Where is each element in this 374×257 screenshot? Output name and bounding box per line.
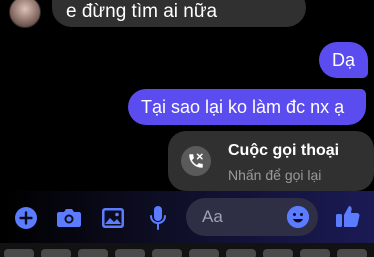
keyboard-key[interactable] [152, 249, 182, 257]
outgoing-message-text: Dạ [332, 50, 356, 70]
call-subtitle: Nhấn để gọi lại [228, 167, 322, 183]
image-icon[interactable] [100, 205, 126, 231]
keyboard-key[interactable] [115, 249, 145, 257]
message-input[interactable]: Aa [186, 198, 318, 236]
incoming-message[interactable]: e đừng tìm ai nữa [52, 0, 306, 27]
call-title: Cuộc gọi thoại [228, 142, 340, 159]
plus-icon[interactable] [13, 205, 39, 231]
keyboard-key[interactable] [4, 249, 34, 257]
emoji-icon[interactable] [287, 206, 309, 228]
camera-icon[interactable] [56, 205, 82, 231]
microphone-icon[interactable] [145, 205, 171, 231]
message-input-placeholder: Aa [202, 207, 223, 226]
chat-screen: e đừng tìm ai nữa Dạ Tại sao lại ko làm … [0, 0, 374, 257]
keyboard-key[interactable] [41, 249, 71, 257]
voice-call-card[interactable]: Cuộc gọi thoại Nhấn để gọi lại [168, 131, 374, 191]
keyboard-key[interactable] [226, 249, 256, 257]
keyboard-key[interactable] [78, 249, 108, 257]
like-thumb-icon[interactable] [335, 203, 361, 229]
keyboard-edge [0, 243, 374, 257]
incoming-message-text: e đừng tìm ai nữa [66, 1, 218, 22]
keyboard-key[interactable] [189, 249, 219, 257]
keyboard-key[interactable] [300, 249, 330, 257]
keyboard-key[interactable] [263, 249, 293, 257]
keyboard-key[interactable] [337, 249, 367, 257]
missed-call-icon [181, 146, 211, 176]
outgoing-message[interactable]: Tại sao lại ko làm đc nx ạ [128, 89, 366, 125]
outgoing-message-text: Tại sao lại ko làm đc nx ạ [141, 97, 345, 117]
outgoing-message[interactable]: Dạ [319, 42, 369, 78]
contact-avatar[interactable] [9, 0, 41, 28]
